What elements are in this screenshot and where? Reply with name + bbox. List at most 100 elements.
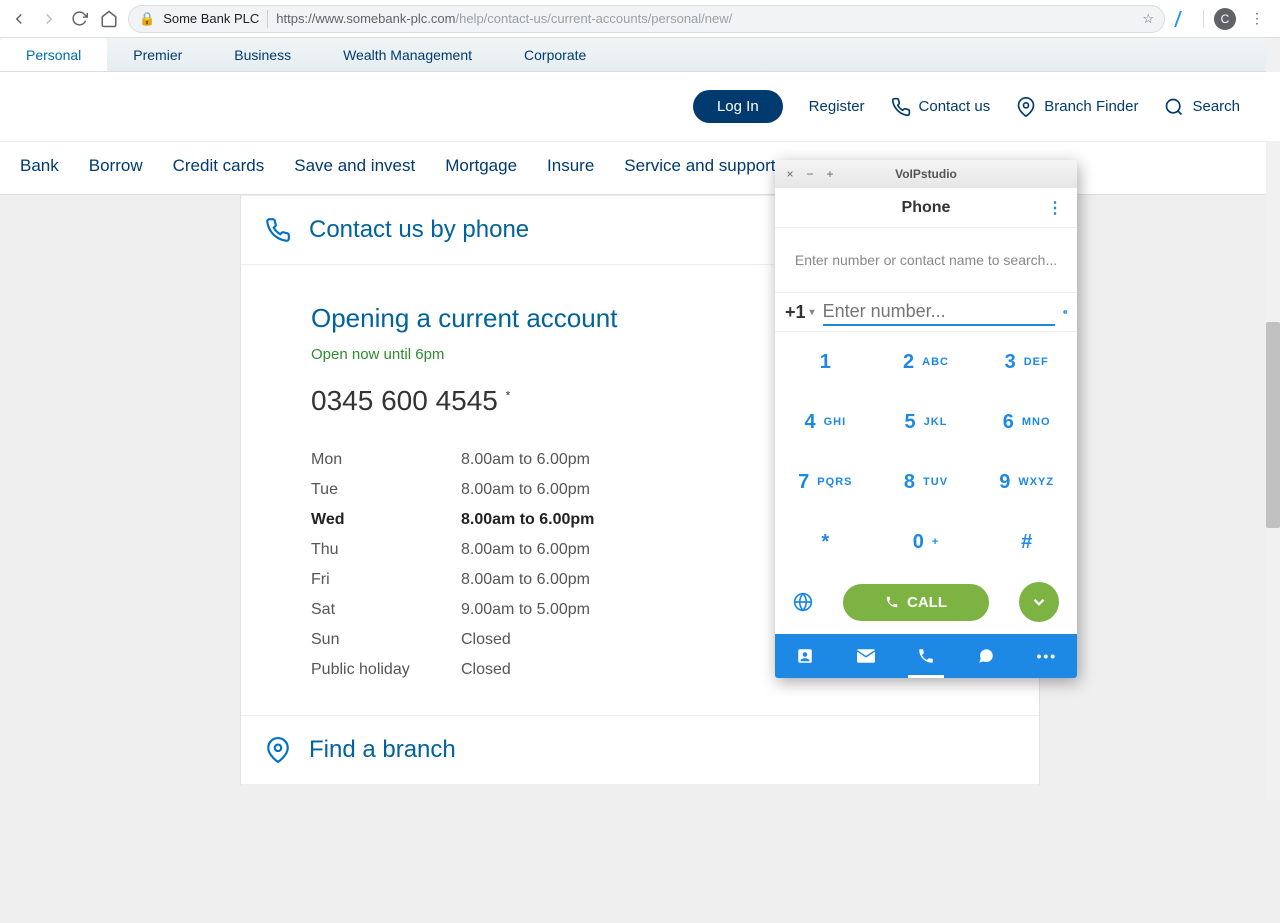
mainnav-save-and-invest[interactable]: Save and invest [294, 156, 415, 176]
window-minimize[interactable]: − [803, 167, 817, 181]
nav-reload[interactable] [68, 8, 90, 30]
contact-us-link[interactable]: Contact us [891, 97, 991, 117]
browser-menu[interactable]: ⋮ [1246, 8, 1268, 30]
hours-row: SunClosed [311, 625, 611, 655]
keypad-*[interactable]: * [775, 512, 876, 572]
address-bar[interactable]: 🔒 Some Bank PLC https://www.somebank-plc… [128, 5, 1165, 33]
nav-home[interactable] [98, 8, 120, 30]
site-name: Some Bank PLC [163, 11, 259, 26]
hours-time: 8.00am to 6.00pm [461, 571, 590, 589]
globe-icon[interactable] [793, 592, 813, 612]
mainnav-service-and-support[interactable]: Service and support [624, 156, 775, 176]
nav-back[interactable] [8, 8, 30, 30]
mainnav-borrow[interactable]: Borrow [89, 156, 143, 176]
hours-row: Tue8.00am to 6.00pm [311, 475, 611, 505]
profile-avatar[interactable]: C [1214, 8, 1236, 30]
dialer-titlebar[interactable]: × − + VoIPstudio [775, 160, 1077, 188]
opening-hours-table: Mon8.00am to 6.00pmTue8.00am to 6.00pmWe… [311, 445, 611, 685]
hours-time: 8.00am to 6.00pm [461, 481, 590, 499]
number-input[interactable] [823, 299, 1055, 326]
top-tab-wealth-management[interactable]: Wealth Management [317, 38, 498, 71]
phone-icon [265, 217, 291, 243]
hours-day: Public holiday [311, 661, 461, 679]
hours-day: Mon [311, 451, 461, 469]
mainnav-bank[interactable]: Bank [20, 156, 59, 176]
dialer-search-field[interactable]: Enter number or contact name to search..… [775, 228, 1077, 292]
keypad-6[interactable]: 6MNO [976, 392, 1077, 452]
dialer-bottom-nav: ••• [775, 634, 1077, 678]
phone-icon [885, 595, 899, 609]
hours-day: Sat [311, 601, 461, 619]
collapse-fab[interactable] [1019, 582, 1059, 622]
main-nav: Bank Borrow Credit cards Save and invest Mor… [0, 141, 1280, 195]
branch-finder-link[interactable]: Branch Finder [1016, 97, 1138, 117]
top-tab-personal[interactable]: Personal [0, 38, 107, 71]
hours-time: 8.00am to 6.00pm [461, 541, 590, 559]
backspace-icon[interactable] [1063, 303, 1067, 321]
register-link[interactable]: Register [809, 98, 865, 115]
hours-row: Public holidayClosed [311, 655, 611, 685]
hours-day: Wed [311, 511, 461, 529]
search-link[interactable]: Search [1164, 97, 1240, 117]
keypad-5[interactable]: 5JKL [876, 392, 977, 452]
dialer-menu[interactable]: ⋮ [1047, 198, 1063, 218]
pin-icon [1016, 97, 1036, 117]
hours-time: Closed [461, 631, 511, 649]
page-body: Contact us by phone Opening a current ac… [0, 195, 1280, 923]
dialer-header: Phone ⋮ [775, 188, 1077, 228]
lock-icon: 🔒 [139, 11, 155, 27]
top-tab-premier[interactable]: Premier [107, 38, 208, 71]
hours-row: Thu8.00am to 6.00pm [311, 535, 611, 565]
eyebrow-row: More ways to get in touch Log In Registe… [0, 72, 1280, 141]
hours-row: Fri8.00am to 6.00pm [311, 565, 611, 595]
keypad-8[interactable]: 8TUV [876, 452, 977, 512]
voip-dialer-window[interactable]: × − + VoIPstudio Phone ⋮ Enter number or… [775, 160, 1077, 678]
country-code-picker[interactable]: +1▾ [785, 302, 815, 323]
nav-dialer[interactable] [896, 634, 956, 678]
extension-icon[interactable] [1174, 11, 1196, 27]
dialer-call-row: CALL [775, 572, 1077, 634]
keypad-9[interactable]: 9WXYZ [976, 452, 1077, 512]
scrollbar-thumb[interactable] [1266, 322, 1280, 528]
hours-time: Closed [461, 661, 511, 679]
mainnav-insure[interactable]: Insure [547, 156, 594, 176]
hours-time: 8.00am to 6.00pm [461, 511, 594, 529]
keypad-1[interactable]: 1 [775, 332, 876, 392]
nav-forward[interactable] [38, 8, 60, 30]
bookmark-star-icon[interactable]: ☆ [1142, 11, 1154, 27]
pin-icon [265, 737, 291, 763]
keypad-4[interactable]: 4GHI [775, 392, 876, 452]
separator [267, 10, 268, 28]
nav-contacts[interactable] [775, 634, 835, 678]
hours-day: Fri [311, 571, 461, 589]
window-close[interactable]: × [783, 167, 797, 181]
hours-row: Sat9.00am to 5.00pm [311, 595, 611, 625]
site-top-tabs: PersonalPremierBusinessWealth Management… [0, 38, 1280, 72]
search-icon [1164, 97, 1184, 117]
hours-row: Mon8.00am to 6.00pm [311, 445, 611, 475]
keypad-3[interactable]: 3DEF [976, 332, 1077, 392]
top-tab-corporate[interactable]: Corporate [498, 38, 612, 71]
call-button[interactable]: CALL [843, 584, 989, 621]
login-button[interactable]: Log In [693, 90, 783, 123]
keypad-0[interactable]: 0+ [876, 512, 977, 572]
hours-day: Sun [311, 631, 461, 649]
keypad-7[interactable]: 7PQRS [775, 452, 876, 512]
top-tab-business[interactable]: Business [208, 38, 317, 71]
extension-separator [1203, 10, 1204, 28]
section-title: Find a branch [309, 736, 456, 764]
window-maximize[interactable]: + [823, 167, 837, 181]
keypad-#[interactable]: # [976, 512, 1077, 572]
hours-day: Tue [311, 481, 461, 499]
nav-messages[interactable] [835, 634, 895, 678]
dialer-number-row: +1▾ [775, 292, 1077, 332]
browser-toolbar: 🔒 Some Bank PLC https://www.somebank-plc… [0, 0, 1280, 38]
chevron-down-icon [1030, 593, 1048, 611]
nav-chat[interactable] [956, 634, 1016, 678]
url-text: https://www.somebank-plc.com/help/contac… [276, 11, 732, 26]
mainnav-credit-cards[interactable]: Credit cards [173, 156, 265, 176]
keypad-2[interactable]: 2ABC [876, 332, 977, 392]
nav-more[interactable]: ••• [1017, 634, 1077, 678]
mainnav-mortgage[interactable]: Mortgage [445, 156, 517, 176]
section-find-branch[interactable]: Find a branch [241, 715, 1039, 785]
